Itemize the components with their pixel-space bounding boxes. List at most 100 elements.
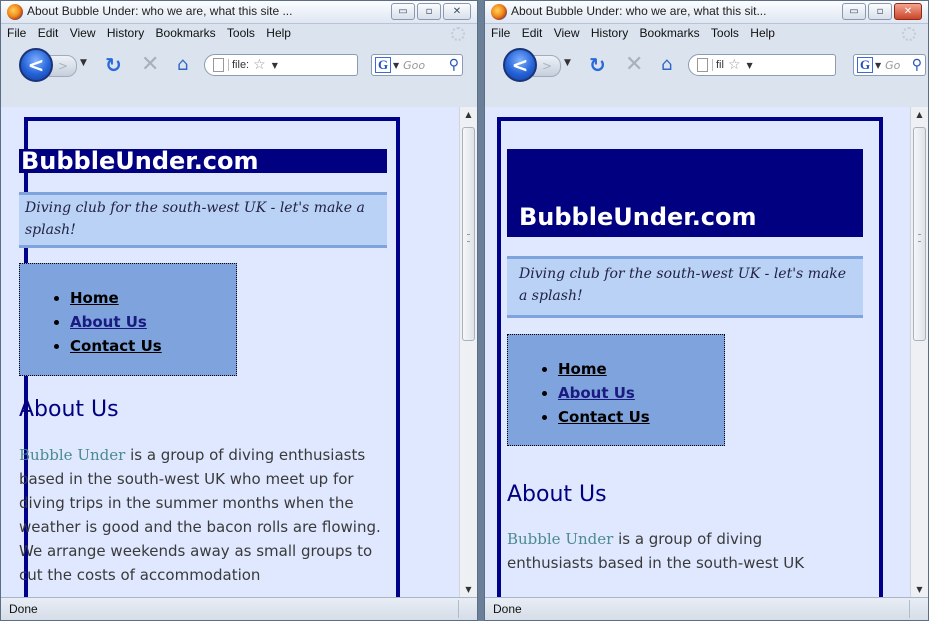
google-icon[interactable]: G (857, 57, 873, 73)
star-icon[interactable]: ☆ (728, 57, 741, 73)
page-content: BubbleUnder.com Diving club for the sout… (1, 107, 460, 598)
search-bar[interactable]: G ▼ Goo ⚲ (371, 54, 463, 76)
google-icon[interactable]: G (375, 57, 391, 73)
status-bar: Done (485, 597, 928, 620)
maximize-button[interactable]: ▫ (868, 3, 892, 20)
menu-bookmarks[interactable]: Bookmarks (640, 24, 700, 43)
reload-icon[interactable]: ↻ (589, 53, 606, 77)
page-icon (697, 58, 708, 72)
navigation-toolbar: > < ▼ ↻ ✕ ⌂ file: ☆ ▼ G ▼ Goo ⚲ (1, 44, 477, 84)
menu-edit[interactable]: Edit (38, 24, 59, 43)
site-navigation: Home About Us Contact Us (19, 263, 237, 376)
about-heading: About Us (507, 482, 607, 507)
throbber-icon (902, 27, 916, 41)
title-bar[interactable]: About Bubble Under: who we are, what thi… (1, 1, 477, 24)
menu-bookmarks[interactable]: Bookmarks (156, 24, 216, 43)
status-bar: Done (1, 597, 477, 620)
menu-bar: File Edit View History Bookmarks Tools H… (1, 24, 477, 43)
history-dropdown-icon[interactable]: ▼ (80, 58, 87, 68)
close-button[interactable]: ✕ (443, 3, 471, 20)
forward-button[interactable]: > (49, 55, 77, 77)
nav-item-contact: Contact Us (558, 405, 650, 429)
nav-item-home: Home (558, 357, 650, 381)
about-paragraph: Bubble Under is a group of diving enthus… (507, 527, 847, 575)
close-button[interactable]: ✕ (894, 3, 922, 20)
back-arrow-icon: < (27, 53, 45, 77)
nav-link-contact[interactable]: Contact Us (70, 337, 162, 355)
minimize-button[interactable]: ▭ (842, 3, 866, 20)
minimize-button[interactable]: ▭ (391, 3, 415, 20)
forward-button[interactable]: > (533, 55, 561, 77)
search-engine-dropdown-icon[interactable]: ▼ (393, 61, 399, 70)
about-paragraph: Bubble Under is a group of diving enthus… (19, 443, 391, 587)
search-input[interactable]: Goo (403, 59, 425, 72)
window-title: About Bubble Under: who we are, what thi… (27, 4, 293, 18)
menu-view[interactable]: View (70, 24, 96, 43)
url-text: fil (712, 59, 724, 71)
url-text: file: (228, 59, 249, 71)
browser-window-right: About Bubble Under: who we are, what thi… (484, 0, 929, 621)
menu-edit[interactable]: Edit (522, 24, 543, 43)
nav-item-about: About Us (558, 381, 650, 405)
star-icon[interactable]: ☆ (253, 57, 266, 73)
nav-link-home[interactable]: Home (558, 360, 607, 378)
scroll-up-icon[interactable]: ▲ (460, 107, 477, 123)
title-bar[interactable]: About Bubble Under: who we are, what thi… (485, 1, 928, 24)
stop-icon[interactable]: ✕ (625, 52, 643, 77)
status-text: Done (9, 602, 38, 616)
page-icon (213, 58, 224, 72)
scrollbar-thumb[interactable] (913, 127, 926, 341)
site-title: BubbleUnder.com (507, 149, 863, 237)
back-arrow-icon: < (511, 53, 529, 77)
stop-icon[interactable]: ✕ (141, 52, 159, 77)
menu-help[interactable]: Help (266, 24, 291, 43)
menu-file[interactable]: File (7, 24, 26, 43)
nav-item-about: About Us (70, 310, 162, 334)
search-input[interactable]: Go (885, 59, 900, 72)
back-button[interactable]: < (503, 48, 537, 82)
menu-view[interactable]: View (554, 24, 580, 43)
nav-link-about[interactable]: About Us (558, 384, 635, 402)
site-navigation: Home About Us Contact Us (507, 334, 725, 446)
vertical-scrollbar[interactable]: ▲ ▼ (910, 107, 928, 598)
scroll-up-icon[interactable]: ▲ (911, 107, 928, 123)
site-title: BubbleUnder.com (19, 149, 387, 173)
history-dropdown-icon[interactable]: ▼ (564, 58, 571, 68)
browser-window-left: About Bubble Under: who we are, what thi… (0, 0, 478, 621)
firefox-icon (7, 4, 23, 20)
about-text: is a group of diving enthusiasts based i… (19, 446, 381, 584)
home-icon[interactable]: ⌂ (177, 54, 188, 75)
menu-history[interactable]: History (107, 24, 144, 43)
scrollbar-thumb[interactable] (462, 127, 475, 341)
scroll-down-icon[interactable]: ▼ (460, 582, 477, 598)
magnifier-icon[interactable]: ⚲ (912, 57, 922, 73)
nav-item-home: Home (70, 286, 162, 310)
vertical-scrollbar[interactable]: ▲ ▼ (459, 107, 477, 598)
search-bar[interactable]: G ▼ Go ⚲ (853, 54, 926, 76)
menu-history[interactable]: History (591, 24, 628, 43)
menu-file[interactable]: File (491, 24, 510, 43)
back-button[interactable]: < (19, 48, 53, 82)
nav-link-home[interactable]: Home (70, 289, 119, 307)
url-dropdown-icon[interactable]: ▼ (747, 61, 753, 70)
scroll-down-icon[interactable]: ▼ (911, 582, 928, 598)
nav-link-about[interactable]: About Us (70, 313, 147, 331)
reload-icon[interactable]: ↻ (105, 53, 122, 77)
url-bar[interactable]: fil ☆ ▼ (688, 54, 836, 76)
menu-tools[interactable]: Tools (227, 24, 255, 43)
forward-arrow-icon: > (541, 59, 553, 73)
menu-help[interactable]: Help (750, 24, 775, 43)
home-icon[interactable]: ⌂ (661, 54, 672, 75)
brand-name: Bubble Under (507, 530, 614, 548)
firefox-icon (491, 4, 507, 20)
menu-bar: File Edit View History Bookmarks Tools H… (485, 24, 928, 43)
url-bar[interactable]: file: ☆ ▼ (204, 54, 358, 76)
search-engine-dropdown-icon[interactable]: ▼ (875, 61, 881, 70)
menu-tools[interactable]: Tools (711, 24, 739, 43)
nav-item-contact: Contact Us (70, 334, 162, 358)
nav-link-contact[interactable]: Contact Us (558, 408, 650, 426)
status-text: Done (493, 602, 522, 616)
magnifier-icon[interactable]: ⚲ (449, 57, 459, 73)
maximize-button[interactable]: ▫ (417, 3, 441, 20)
url-dropdown-icon[interactable]: ▼ (272, 61, 278, 70)
